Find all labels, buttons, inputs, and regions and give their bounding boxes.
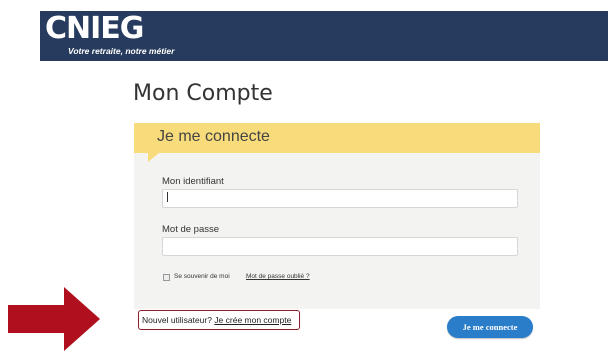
new-user-text: Nouvel utilisateur? Je crée mon compte [142, 315, 291, 325]
login-button[interactable]: Je me connecte [447, 316, 533, 338]
page-title: Mon Compte [133, 81, 273, 106]
arrow-shape [8, 287, 100, 351]
text-caret [167, 192, 168, 202]
red-arrow-icon [8, 287, 100, 351]
site-header: CNIEG Votre retraite, notre métier [40, 11, 608, 61]
create-account-link[interactable]: Je crée mon compte [214, 315, 291, 325]
password-label: Mot de passe [162, 224, 220, 235]
remember-me-label[interactable]: Se souvenir de moi [174, 273, 230, 280]
logo-tagline: Votre retraite, notre métier [68, 46, 175, 56]
cnieg-logo[interactable]: CNIEG [45, 12, 144, 46]
login-card-title: Je me connecte [157, 128, 270, 145]
login-card-header: Je me connecte [134, 123, 540, 153]
remember-me-checkbox[interactable] [163, 274, 170, 281]
forgot-password-link[interactable]: Mot de passe oublié ? [246, 273, 310, 280]
password-input[interactable] [162, 237, 518, 256]
identifier-input[interactable] [162, 189, 518, 208]
card-header-tail [148, 153, 159, 162]
new-user-highlight: Nouvel utilisateur? Je crée mon compte [138, 310, 300, 330]
login-card: Je me connecte Mon identifiant Mot de pa… [134, 123, 540, 309]
identifier-label: Mon identifiant [162, 176, 224, 187]
new-user-prefix: Nouvel utilisateur? [142, 315, 215, 325]
